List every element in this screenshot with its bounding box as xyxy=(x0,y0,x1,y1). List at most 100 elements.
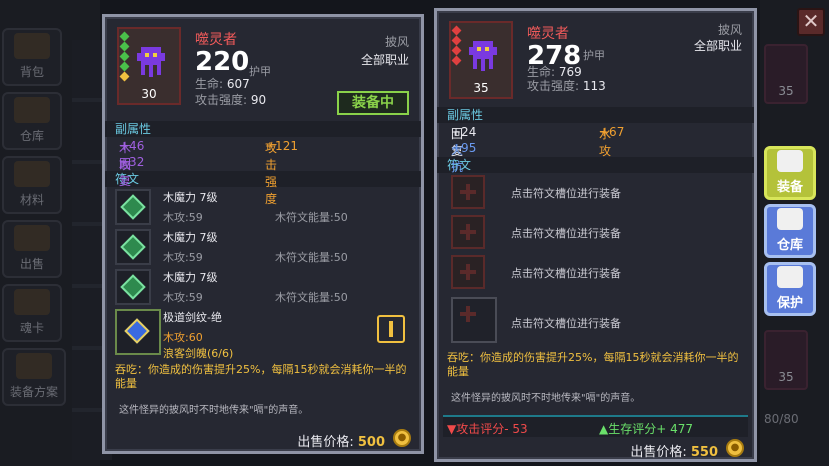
rune-slot[interactable]: 木魔力 7级 木攻:59 木符文能量:50 xyxy=(105,267,421,307)
attr-value: +95 xyxy=(451,141,477,155)
stat-value: 90 xyxy=(250,93,267,107)
empty-rune-slot[interactable]: 点击符文槽位进行装备 xyxy=(437,253,754,293)
sub-attr-header: 副属性 xyxy=(105,121,421,137)
quality-gems xyxy=(451,25,462,66)
rune-slot-hint: 点击符文槽位进行装备 xyxy=(511,227,621,240)
tab-warehouse[interactable]: 仓库 xyxy=(2,92,62,150)
special-rune-placeholder-icon xyxy=(451,297,497,343)
stat-label: 攻击强度: xyxy=(527,79,580,93)
item-level: 30 xyxy=(141,87,157,101)
materials-icon xyxy=(14,161,50,187)
backpack-icon xyxy=(14,33,50,59)
tab-materials[interactable]: 材料 xyxy=(2,156,62,214)
lock-icon xyxy=(777,266,803,288)
armor-label: 护甲 xyxy=(583,49,605,62)
menu-label: 装备 xyxy=(776,180,803,195)
stat-label: 生命: xyxy=(195,77,224,91)
rune-slot[interactable]: 木魔力 7级 木攻:59 木符文能量:50 xyxy=(105,187,421,227)
armor-label: 护甲 xyxy=(249,65,271,78)
survival-score-delta: ▲生存评分+ 477 xyxy=(599,422,694,436)
empty-rune-slot[interactable]: 点击符文槽位进行装备 xyxy=(437,213,754,253)
rune-title: 木魔力 7级 xyxy=(163,231,218,244)
rune-slot[interactable]: 木魔力 7级 木攻:59 木符文能量:50 xyxy=(105,227,421,267)
price-value: 550 xyxy=(690,445,718,460)
slot-level: 35 xyxy=(778,84,794,98)
rune-stat: 木攻:59 xyxy=(163,211,203,224)
monster-icon xyxy=(137,47,165,77)
item-flavor-text: 这件怪异的披风时不时地传来"嗝"的声音。 xyxy=(119,405,309,416)
store-button[interactable]: 仓库 xyxy=(764,204,816,258)
sword-rune-icon xyxy=(115,309,161,355)
equipped-item-card: 30 噬灵者 220 护甲 生命: 607 攻击强度: 90 披风 全部职业 装… xyxy=(102,14,424,454)
menu-label: 保护 xyxy=(776,296,803,311)
item-name: 噬灵者 xyxy=(195,32,237,48)
rune-slot-hint: 点击符文槽位进行装备 xyxy=(511,187,621,200)
warehouse-icon xyxy=(14,97,50,123)
rune-set-bonus: 浪客剑魄(6/6) xyxy=(163,347,234,360)
stat-label: 攻击强度: xyxy=(195,93,248,107)
stat-value: 113 xyxy=(582,79,606,93)
tab-backpack[interactable]: 背包 xyxy=(2,28,62,86)
menu-label: 仓库 xyxy=(776,238,803,253)
tab-label: 材料 xyxy=(19,193,44,207)
score-comparison: ▼攻击评分- 53 ▲生存评分+ 477 xyxy=(443,415,748,437)
tab-label: 仓库 xyxy=(19,129,44,143)
tab-soul-cards[interactable]: 魂卡 xyxy=(2,284,62,342)
item-flavor-text: 这件怪异的披风时不时地传来"嗝"的声音。 xyxy=(451,393,641,404)
add-rune-icon xyxy=(451,255,485,289)
attr-value: +67 xyxy=(599,125,625,139)
tab-label: 魂卡 xyxy=(19,321,44,335)
tab-label: 背包 xyxy=(19,65,44,79)
sub-attr-header: 副属性 xyxy=(437,107,754,123)
rune-header: 符文 xyxy=(437,157,754,173)
slot-level: 35 xyxy=(778,370,794,384)
wood-rune-icon xyxy=(115,229,151,265)
rune-stat: 木符文能量:50 xyxy=(275,251,348,264)
close-button[interactable]: ✕ xyxy=(797,8,825,36)
item-slot-type: 披风 xyxy=(384,35,409,49)
item-name: 噬灵者 xyxy=(527,26,569,42)
tab-sell[interactable]: 出售 xyxy=(2,220,62,278)
item-class: 全部职业 xyxy=(693,39,742,53)
item-slot-type: 披风 xyxy=(717,23,742,37)
wood-rune-icon xyxy=(115,269,151,305)
capacity-counter: 80/80 xyxy=(764,412,799,426)
item-effect-description: 吞吃：你造成的伤害提升25%，每隔15秒就会消耗你一半的能量 xyxy=(115,363,407,390)
add-rune-icon xyxy=(451,175,485,209)
coin-icon: ● xyxy=(393,429,411,447)
tab-equipment-plans[interactable]: 装备方案 xyxy=(2,348,66,406)
price-value: 500 xyxy=(357,435,385,450)
item-class: 全部职业 xyxy=(360,53,409,67)
tab-label: 装备方案 xyxy=(9,385,58,399)
stat-value: 607 xyxy=(226,77,250,91)
inventory-slot[interactable]: 35 xyxy=(764,330,808,390)
attr-value: +121 xyxy=(265,139,298,153)
chest-icon xyxy=(777,208,803,230)
attr-value: +32 xyxy=(119,155,145,169)
tab-label: 出售 xyxy=(19,257,44,271)
item-portrait: 30 xyxy=(117,27,181,105)
rune-stat: 木符文能量:50 xyxy=(275,211,348,224)
special-rune-slot[interactable]: 极道剑纹-绝 木攻:60 浪客剑魄(6/6) xyxy=(105,307,421,360)
equipped-badge: 装备中 xyxy=(337,91,409,115)
rune-slot-hint: 点击符文槽位进行装备 xyxy=(511,267,621,280)
empty-special-rune-slot[interactable]: 点击符文槽位进行装备 xyxy=(437,293,754,347)
monster-icon xyxy=(469,41,497,71)
armor-value: 220 xyxy=(195,47,250,77)
rune-title: 木魔力 7级 xyxy=(163,191,218,204)
sell-icon xyxy=(14,225,50,251)
inventory-slot[interactable]: 35 xyxy=(764,44,808,104)
protect-button[interactable]: 保护 xyxy=(764,262,816,316)
attr-value: +24 xyxy=(451,125,477,139)
attr-value: +46 xyxy=(119,139,145,153)
add-rune-icon xyxy=(451,215,485,249)
equipment-plan-icon xyxy=(16,353,52,379)
lock-toggle-icon[interactable] xyxy=(377,315,405,343)
rune-title: 极道剑纹-绝 xyxy=(163,311,222,324)
price-label: 出售价格: xyxy=(630,445,687,460)
equip-button[interactable]: 装备 xyxy=(764,146,816,200)
wood-rune-icon xyxy=(115,189,151,225)
item-effect-description: 吞吃：你造成的伤害提升25%，每隔15秒就会消耗你一半的能量 xyxy=(447,351,739,378)
item-level: 35 xyxy=(473,81,489,95)
empty-rune-slot[interactable]: 点击符文槽位进行装备 xyxy=(437,173,754,213)
